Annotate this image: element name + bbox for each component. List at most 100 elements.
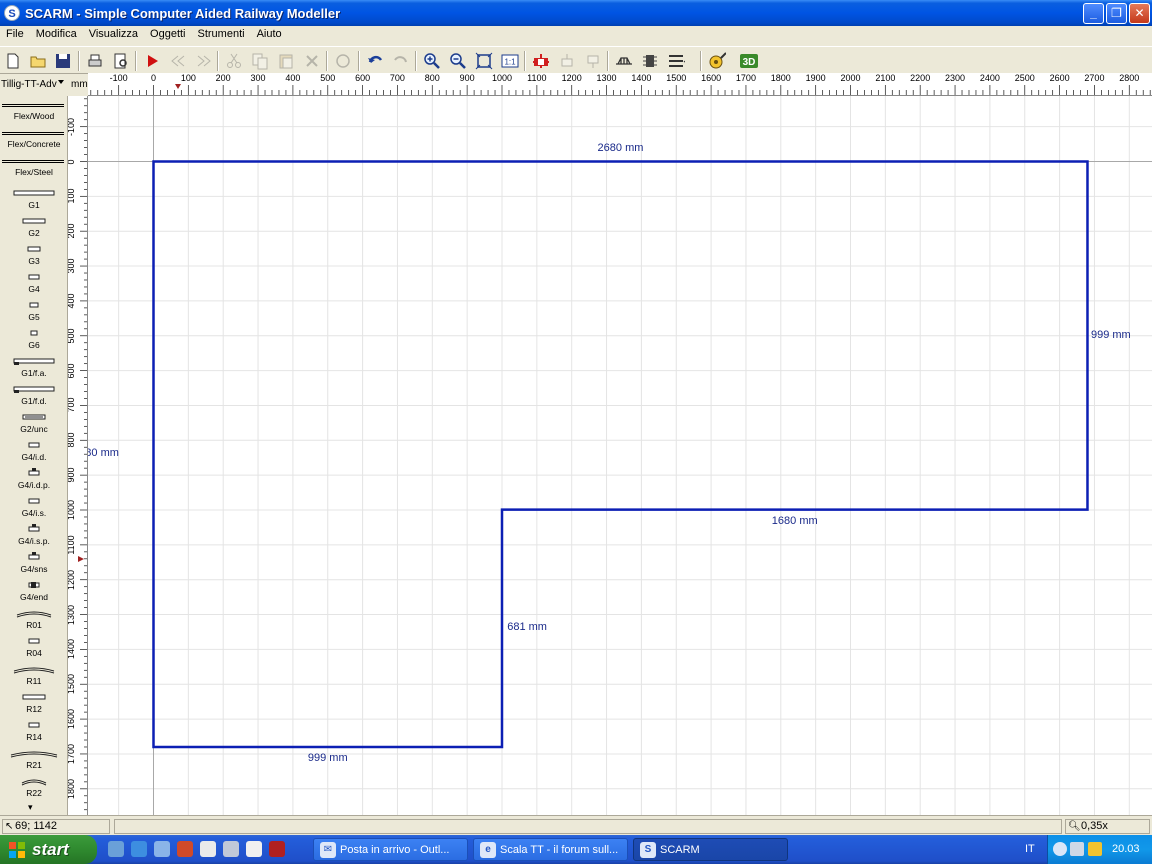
restore-button[interactable]: ❐	[1106, 3, 1127, 24]
menu-aiuto[interactable]: Aiuto	[251, 26, 288, 45]
track-item-g6[interactable]: G6	[0, 328, 67, 354]
track-item-g4-end[interactable]: G4/end	[0, 580, 67, 606]
track-item-g4-i-d[interactable]: G4/i.d.	[0, 440, 67, 466]
track-item-r01[interactable]: R01	[0, 608, 67, 634]
quicklaunch-explorer-icon[interactable]	[200, 841, 216, 857]
track-item-r12[interactable]: R12	[0, 692, 67, 718]
ruler-tick-label: 1700	[68, 743, 76, 764]
bridge-button[interactable]	[613, 50, 635, 72]
track-item-g1-f-a[interactable]: G1/f.a.	[0, 356, 67, 382]
scroll-down-icon[interactable]: ▾	[28, 802, 33, 813]
flex-track-symbol-icon	[2, 160, 64, 163]
track-item-g2-unc[interactable]: G2/unc	[0, 412, 67, 438]
dimension-label[interactable]: 2680 mm	[598, 142, 644, 154]
track-item-r21[interactable]: R21	[0, 748, 67, 774]
layer-3-button[interactable]	[582, 50, 604, 72]
open-button[interactable]	[27, 50, 49, 72]
track-item-g4-i-s-p[interactable]: G4/i.s.p.	[0, 524, 67, 550]
undo-button[interactable]	[364, 50, 386, 72]
menu-modifica[interactable]: Modifica	[30, 26, 83, 45]
track-item-flex-steel[interactable]: Flex/Steel	[0, 160, 67, 186]
windows-logo-icon	[9, 842, 25, 858]
layer-1-button[interactable]	[530, 50, 552, 72]
tray-expand-icon[interactable]	[1053, 842, 1067, 856]
quicklaunch-ie-icon[interactable]	[131, 841, 147, 857]
menu-strumenti[interactable]: Strumenti	[192, 26, 251, 45]
rewind-button[interactable]	[167, 50, 189, 72]
measure-tape-button[interactable]	[706, 50, 728, 72]
track-item-g4[interactable]: G4	[0, 272, 67, 298]
close-button[interactable]: ✕	[1129, 3, 1150, 24]
quicklaunch-document-icon[interactable]	[246, 841, 262, 857]
track-item-g1[interactable]: G1	[0, 188, 67, 214]
track-item-g4-sns[interactable]: G4/sns	[0, 552, 67, 578]
zoom-in-button[interactable]	[421, 50, 443, 72]
quicklaunch-desktop-icon[interactable]	[108, 841, 124, 857]
chip-button[interactable]	[639, 50, 661, 72]
select-arrow-button[interactable]	[141, 50, 163, 72]
quicklaunch-firefox-icon[interactable]	[177, 841, 193, 857]
rotate-button[interactable]	[332, 50, 354, 72]
new-button[interactable]	[2, 50, 24, 72]
dimension-label[interactable]: 999 mm	[1091, 329, 1131, 341]
menu-oggetti[interactable]: Oggetti	[144, 26, 191, 45]
dimension-label[interactable]: 999 mm	[308, 752, 348, 764]
cut-button[interactable]	[223, 50, 245, 72]
layout-canvas[interactable]: 2680 mm 999 mm 1680 mm 1680 mm 681 mm 999 mm	[88, 96, 1152, 815]
dimension-label[interactable]: 1680 mm	[88, 447, 119, 459]
minimize-button[interactable]: _	[1083, 3, 1104, 24]
print-button[interactable]	[84, 50, 106, 72]
task-button-forum[interactable]: e Scala TT - il forum sull...	[473, 838, 628, 861]
library-select[interactable]: Tillig-TT-Adv	[0, 76, 67, 93]
room-outline[interactable]	[152, 160, 1089, 749]
track-item-g5[interactable]: G5	[0, 300, 67, 326]
fast-forward-button[interactable]	[193, 50, 215, 72]
zoom-fit-button[interactable]	[473, 50, 495, 72]
track-symbol-icon	[22, 414, 46, 420]
ruler-tick-label: 0	[150, 73, 157, 83]
start-button[interactable]: start	[0, 835, 97, 864]
ruler-tick-label: 900	[68, 467, 76, 483]
paste-button[interactable]	[275, 50, 297, 72]
track-item-r11[interactable]: R11	[0, 664, 67, 690]
quicklaunch-outlook-icon[interactable]	[154, 841, 170, 857]
copy-button[interactable]	[249, 50, 271, 72]
track-item-g3[interactable]: G3	[0, 244, 67, 270]
track-item-g2[interactable]: G2	[0, 216, 67, 242]
title-bar[interactable]: S SCARM - Simple Computer Aided Railway …	[0, 0, 1152, 26]
view-3d-button[interactable]: 3D	[738, 50, 760, 72]
menu-file[interactable]: File	[0, 26, 30, 45]
quicklaunch-media-icon[interactable]	[223, 841, 239, 857]
task-button-outlook[interactable]: ✉ Posta in arrivo - Outl...	[313, 838, 468, 861]
track-item-g1-f-d[interactable]: G1/f.d.	[0, 384, 67, 410]
track-item-r04[interactable]: R04	[0, 636, 67, 662]
language-indicator[interactable]: IT	[1025, 843, 1035, 855]
save-button[interactable]	[52, 50, 74, 72]
print-preview-button[interactable]	[110, 50, 132, 72]
dimension-label[interactable]: 1680 mm	[772, 515, 818, 527]
track-symbol-icon	[28, 722, 40, 728]
ruler-tick-label: 2700	[1084, 73, 1105, 83]
track-item-r14[interactable]: R14	[0, 720, 67, 746]
zoom-out-button[interactable]	[447, 50, 469, 72]
scarm-app-icon[interactable]: S	[4, 5, 20, 21]
track-item-flex-wood[interactable]: Flex/Wood	[0, 104, 67, 130]
track-grid-button[interactable]	[665, 50, 687, 72]
dimension-label[interactable]: 681 mm	[507, 621, 547, 633]
track-item-flex-concrete[interactable]: Flex/Concrete	[0, 132, 67, 158]
task-button-scarm[interactable]: S SCARM	[633, 838, 788, 861]
chevron-down-icon[interactable]	[58, 80, 64, 84]
antivirus-icon[interactable]	[1088, 842, 1102, 856]
track-item-g4-i-s[interactable]: G4/i.s.	[0, 496, 67, 522]
network-icon[interactable]	[1070, 842, 1084, 856]
layer-2-button[interactable]	[556, 50, 578, 72]
track-item-r22[interactable]: R22	[0, 776, 67, 802]
redo-button[interactable]	[390, 50, 412, 72]
paste-icon	[279, 54, 293, 69]
layout-drawing[interactable]	[88, 96, 1152, 815]
zoom-1-1-button[interactable]: 1:1	[499, 50, 521, 72]
delete-button[interactable]	[301, 50, 323, 72]
quicklaunch-app-icon[interactable]	[269, 841, 285, 857]
menu-visualizza[interactable]: Visualizza	[83, 26, 144, 45]
track-item-g4-i-d-p[interactable]: G4/i.d.p.	[0, 468, 67, 494]
